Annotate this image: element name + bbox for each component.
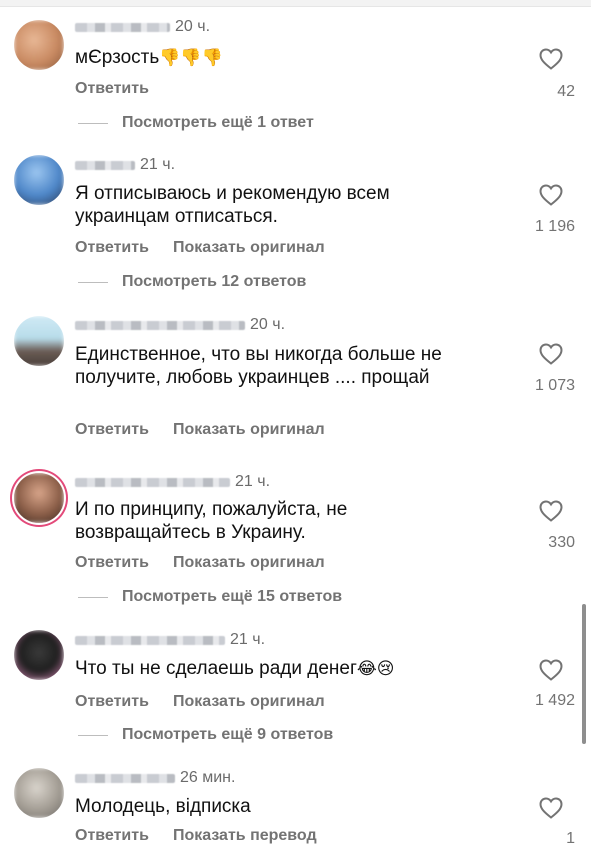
show-translation-button[interactable]: Показать перевод — [173, 827, 317, 845]
comment-text: Я отписываюсь и рекомендую всем украинца… — [75, 182, 475, 228]
comment-text: Молодець, відписка — [75, 795, 475, 818]
replies-divider — [78, 596, 108, 598]
username-redacted[interactable] — [75, 160, 135, 170]
like-count: 1 073 — [534, 377, 575, 394]
username-redacted[interactable] — [75, 635, 225, 645]
reply-button[interactable]: Ответить — [75, 554, 149, 572]
comment-time: 21 ч. — [140, 156, 176, 173]
like-button[interactable] — [529, 343, 573, 365]
show-original-button[interactable]: Показать оригинал — [173, 693, 325, 711]
heart-outline-icon — [539, 659, 563, 681]
like-count: 1 — [566, 830, 575, 847]
heart-outline-icon — [539, 500, 563, 522]
comment-actions: Ответить Показать оригинал — [75, 554, 325, 572]
reply-button[interactable]: Ответить — [75, 239, 149, 257]
avatar[interactable] — [14, 768, 64, 818]
view-replies-button[interactable]: Посмотреть 12 ответов — [78, 273, 306, 291]
comment-header: 21 ч. — [75, 156, 175, 174]
comment-text: Единственное, что вы никогда больше не п… — [75, 343, 475, 389]
comment-time: 21 ч. — [230, 631, 266, 648]
like-count: 1 492 — [534, 692, 575, 709]
comment-text-body: мЄрзость — [75, 47, 160, 68]
comment-text: мЄрзость👎👎👎 — [75, 46, 475, 69]
comment-text-body: Что ты не сделаешь ради денег — [75, 658, 357, 679]
view-replies-button[interactable]: Посмотреть ещё 1 ответ — [78, 114, 314, 132]
reply-button[interactable]: Ответить — [75, 693, 149, 711]
like-button[interactable] — [529, 797, 573, 819]
username-redacted[interactable] — [75, 773, 175, 783]
scrollbar[interactable] — [582, 604, 586, 744]
heart-outline-icon — [539, 343, 563, 365]
comment-header: 26 мин. — [75, 769, 235, 787]
heart-outline-icon — [539, 797, 563, 819]
like-count: 1 196 — [534, 218, 575, 235]
avatar[interactable] — [14, 155, 64, 205]
like-button[interactable] — [529, 500, 573, 522]
like-button[interactable] — [529, 48, 573, 70]
view-replies-button[interactable]: Посмотреть ещё 15 ответов — [78, 588, 342, 606]
username-redacted[interactable] — [75, 320, 245, 330]
comment-actions: Ответить Показать оригинал — [75, 421, 325, 439]
comment-time: 21 ч. — [235, 473, 271, 490]
comment-header: 20 ч. — [75, 18, 210, 36]
view-replies-button[interactable]: Посмотреть ещё 9 ответов — [78, 726, 333, 744]
like-count: 330 — [548, 534, 575, 551]
username-redacted[interactable] — [75, 477, 230, 487]
replies-divider — [78, 122, 108, 124]
comment-actions: Ответить Показать оригинал — [75, 693, 325, 711]
comment-header: 21 ч. — [75, 631, 265, 649]
reply-button[interactable]: Ответить — [75, 80, 149, 98]
comment-text-body: Единственное, что вы никогда больше не п… — [75, 344, 442, 388]
comment-text: Что ты не сделаешь ради денег😂😢 — [75, 657, 475, 680]
reply-button[interactable]: Ответить — [75, 421, 149, 439]
view-replies-label: Посмотреть ещё 1 ответ — [122, 114, 314, 131]
comment-text: И по принципу, пожалуйста, не возвращайт… — [75, 498, 475, 544]
comment-time: 26 мин. — [180, 769, 236, 786]
view-replies-label: Посмотреть ещё 9 ответов — [122, 726, 334, 743]
show-original-button[interactable]: Показать оригинал — [173, 239, 325, 257]
comment-header: 20 ч. — [75, 316, 285, 334]
comment-emoji: 👎👎👎 — [159, 48, 223, 67]
avatar[interactable] — [14, 316, 64, 366]
show-original-button[interactable]: Показать оригинал — [173, 554, 325, 572]
comment-time: 20 ч. — [175, 18, 211, 35]
view-replies-label: Посмотреть 12 ответов — [122, 273, 307, 290]
reply-button[interactable]: Ответить — [75, 827, 149, 845]
comment-actions: Ответить — [75, 80, 149, 98]
comment-text-body: Я отписываюсь и рекомендую всем украинца… — [75, 183, 390, 227]
comment-actions: Ответить Показать оригинал — [75, 239, 325, 257]
avatar[interactable] — [14, 630, 64, 680]
replies-divider — [78, 734, 108, 736]
comment-text-body: И по принципу, пожалуйста, не возвращайт… — [75, 499, 348, 543]
avatar[interactable] — [14, 20, 64, 70]
show-original-button[interactable]: Показать оригинал — [173, 421, 325, 439]
username-redacted[interactable] — [75, 22, 170, 32]
comment-actions: Ответить Показать перевод — [75, 827, 317, 845]
like-count: 42 — [557, 83, 575, 100]
top-divider — [0, 0, 591, 7]
view-replies-label: Посмотреть ещё 15 ответов — [122, 588, 343, 605]
heart-outline-icon — [539, 48, 563, 70]
avatar[interactable] — [14, 473, 64, 523]
comment-time: 20 ч. — [250, 316, 286, 333]
comment-text-body: Молодець, відписка — [75, 796, 251, 817]
heart-outline-icon — [539, 184, 563, 206]
like-button[interactable] — [529, 184, 573, 206]
comment-header: 21 ч. — [75, 473, 270, 491]
like-button[interactable] — [529, 659, 573, 681]
replies-divider — [78, 281, 108, 283]
comment-emoji: 😂😢 — [356, 659, 395, 678]
